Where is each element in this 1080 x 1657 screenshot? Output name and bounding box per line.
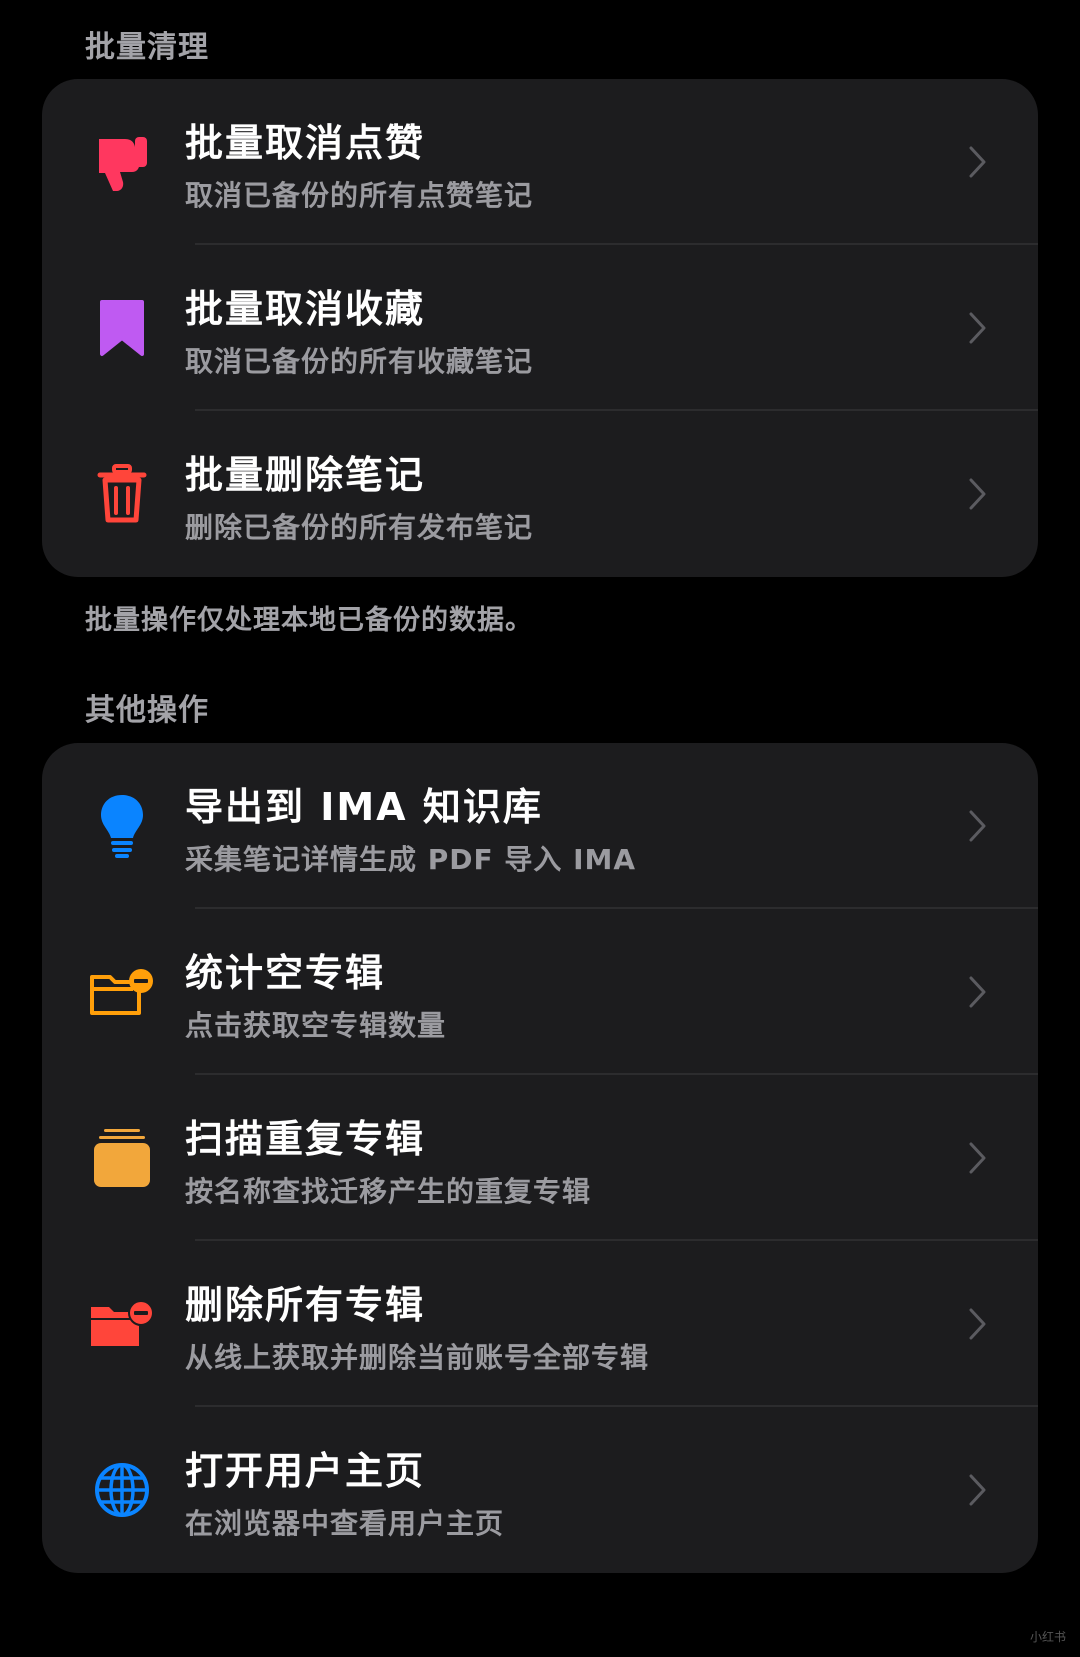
batch-unlike-subtitle: 取消已备份的所有点赞笔记	[185, 179, 534, 212]
thumbs-down-icon	[86, 126, 158, 198]
count-empty-albums-row[interactable]: 统计空专辑 点击获取空专辑数量	[42, 909, 1038, 1075]
export-ima-row[interactable]: 导出到 IMA 知识库 采集笔记详情生成 PDF 导入 IMA	[42, 743, 1038, 909]
delete-all-albums-subtitle: 从线上获取并删除当前账号全部专辑	[185, 1341, 650, 1374]
watermark: 小红书	[1029, 1630, 1066, 1644]
other-actions-card: 导出到 IMA 知识库 采集笔记详情生成 PDF 导入 IMA 统计空专辑 点击…	[42, 743, 1038, 1573]
chevron-right-icon	[969, 1308, 986, 1340]
stack-icon	[86, 1122, 158, 1194]
section-header-other-actions: 其他操作	[85, 693, 209, 728]
export-ima-title: 导出到 IMA 知识库	[185, 785, 543, 829]
count-empty-albums-subtitle: 点击获取空专辑数量	[185, 1009, 447, 1042]
open-user-profile-title: 打开用户主页	[185, 1449, 426, 1493]
chevron-right-icon	[969, 1142, 986, 1174]
bookmark-icon	[86, 292, 158, 364]
trash-icon	[86, 458, 158, 530]
export-ima-subtitle: 采集笔记详情生成 PDF 导入 IMA	[185, 843, 637, 876]
count-empty-albums-title: 统计空专辑	[185, 951, 386, 995]
folder-minus-filled-icon	[86, 1288, 158, 1360]
batch-delete-notes-row[interactable]: 批量删除笔记 删除已备份的所有发布笔记	[42, 411, 1038, 577]
batch-delete-notes-subtitle: 删除已备份的所有发布笔记	[185, 511, 534, 544]
lightbulb-icon	[86, 790, 158, 862]
batch-uncollect-row[interactable]: 批量取消收藏 取消已备份的所有收藏笔记	[42, 245, 1038, 411]
chevron-right-icon	[969, 312, 986, 344]
globe-icon	[86, 1454, 158, 1526]
folder-minus-outline-icon	[86, 956, 158, 1028]
chevron-right-icon	[969, 1474, 986, 1506]
delete-all-albums-row[interactable]: 删除所有专辑 从线上获取并删除当前账号全部专辑	[42, 1241, 1038, 1407]
chevron-right-icon	[969, 146, 986, 178]
batch-cleanup-footnote: 批量操作仅处理本地已备份的数据。	[85, 605, 533, 636]
batch-unlike-title: 批量取消点赞	[185, 121, 426, 165]
batch-delete-notes-title: 批量删除笔记	[185, 453, 426, 497]
chevron-right-icon	[969, 810, 986, 842]
section-header-batch-cleanup: 批量清理	[85, 30, 209, 65]
chevron-right-icon	[969, 478, 986, 510]
open-user-profile-row[interactable]: 打开用户主页 在浏览器中查看用户主页	[42, 1407, 1038, 1573]
batch-uncollect-subtitle: 取消已备份的所有收藏笔记	[185, 345, 534, 378]
chevron-right-icon	[969, 976, 986, 1008]
scan-duplicate-albums-row[interactable]: 扫描重复专辑 按名称查找迁移产生的重复专辑	[42, 1075, 1038, 1241]
batch-uncollect-title: 批量取消收藏	[185, 287, 426, 331]
scan-duplicate-albums-subtitle: 按名称查找迁移产生的重复专辑	[185, 1175, 592, 1208]
delete-all-albums-title: 删除所有专辑	[185, 1283, 426, 1327]
batch-unlike-row[interactable]: 批量取消点赞 取消已备份的所有点赞笔记	[42, 79, 1038, 245]
scan-duplicate-albums-title: 扫描重复专辑	[185, 1117, 426, 1161]
open-user-profile-subtitle: 在浏览器中查看用户主页	[185, 1507, 505, 1540]
batch-cleanup-card: 批量取消点赞 取消已备份的所有点赞笔记 批量取消收藏 取消已备份的所有收藏笔记 …	[42, 79, 1038, 577]
